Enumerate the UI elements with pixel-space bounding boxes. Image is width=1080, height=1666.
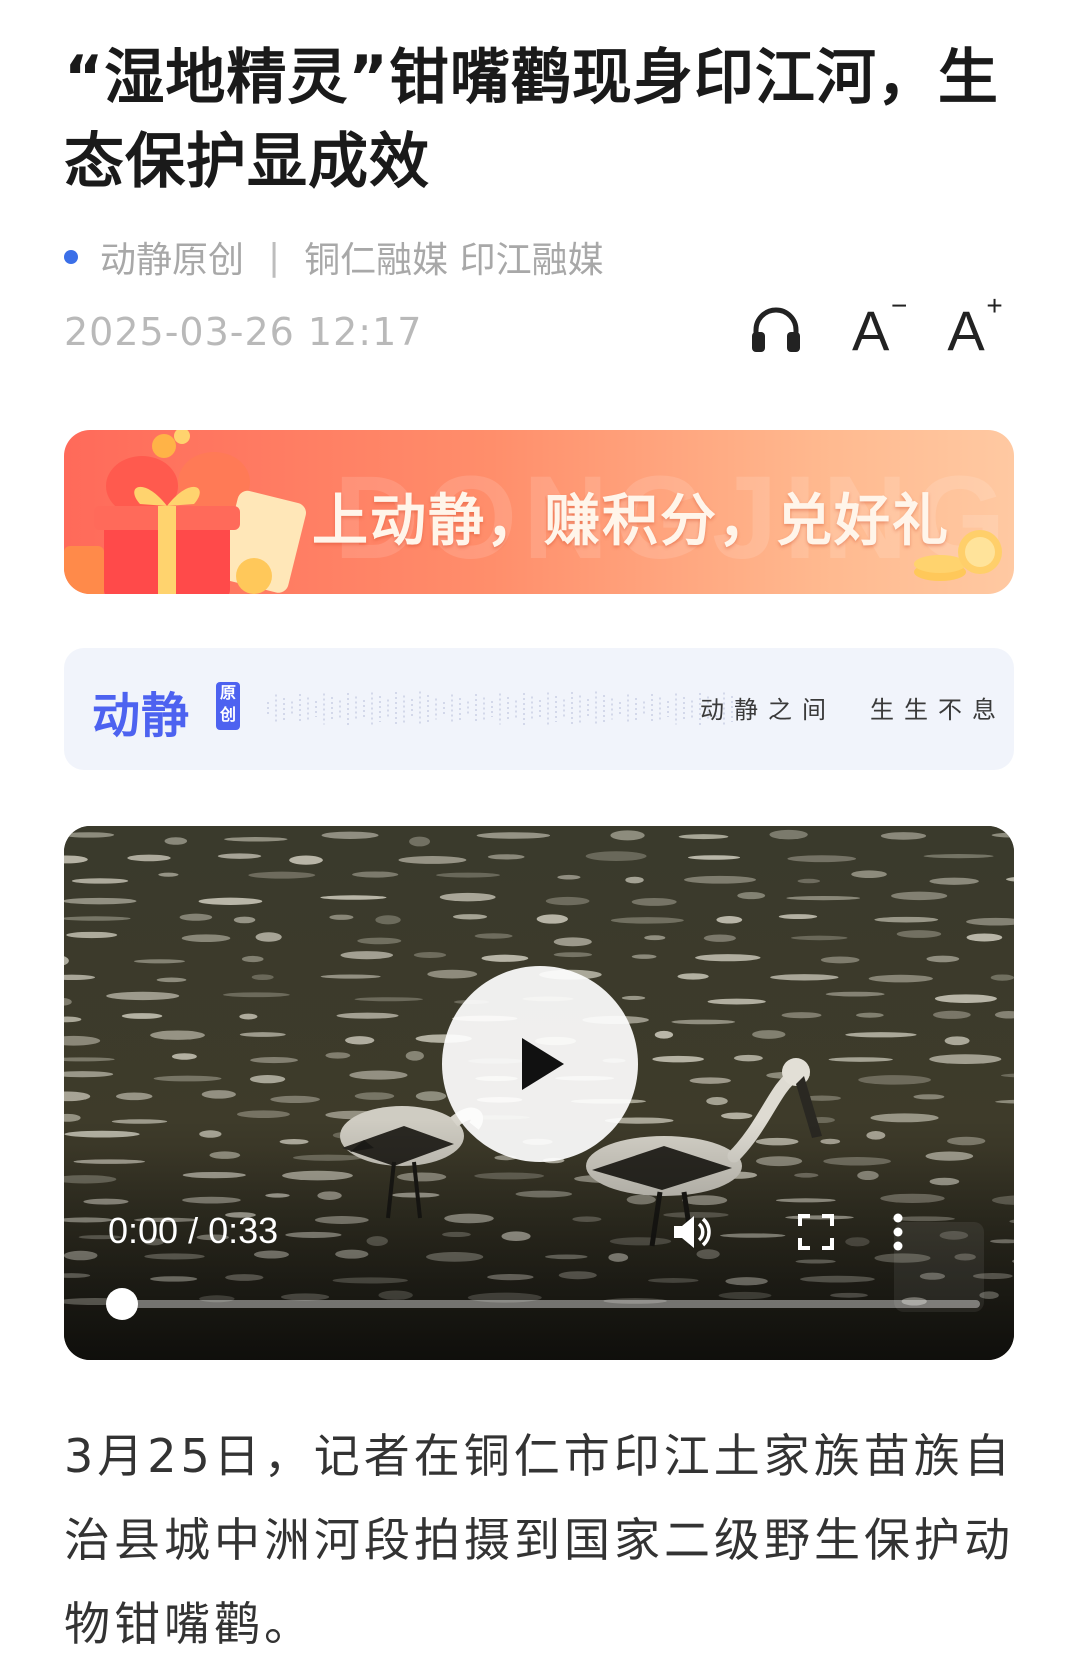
headphones-icon[interactable] (748, 302, 804, 358)
volume-button[interactable] (670, 1210, 714, 1258)
play-button[interactable] (442, 966, 638, 1162)
volume-icon (674, 1216, 711, 1248)
plus-icon: + (986, 290, 1003, 321)
coins-icon (914, 530, 1002, 581)
source-dot (64, 250, 78, 264)
progress-bar[interactable] (120, 1300, 980, 1308)
reading-tools: A − A + (748, 290, 1003, 362)
font-increase-button[interactable]: A + (947, 290, 1002, 362)
fullscreen-button[interactable] (796, 1210, 836, 1258)
publisher-label: 铜仁融媒 印江融媒 (304, 240, 604, 281)
gift-box-icon (64, 430, 306, 594)
current-time: 0:00 (108, 1210, 179, 1251)
slogan-left: 动静之间 (700, 696, 836, 724)
font-increase-label: A (947, 298, 985, 362)
publish-date: 2025-03-26 12:17 (64, 310, 423, 354)
time-separator: / (178, 1210, 209, 1251)
video-player[interactable]: 0:00 / 0:33 (64, 826, 1014, 1360)
badge-line-2: 创 (219, 705, 236, 724)
video-watermark (894, 1222, 984, 1312)
banner-text: 上动静，赚积分，兑好礼 (312, 489, 950, 554)
brand-bar: 动静 原 创 动静之间 生生不息 (64, 648, 1014, 770)
source-label[interactable]: 动静原创 (100, 231, 244, 283)
article-meta: 动静原创 | 铜仁融媒 印江融媒 (64, 232, 604, 282)
duration: 0:33 (208, 1210, 279, 1251)
meta-separator: | (268, 236, 281, 278)
video-time: 0:00 / 0:33 (108, 1210, 278, 1252)
article-title: “湿地精灵”钳嘴鹳现身印江河，生态保护显成效 (64, 43, 999, 197)
promo-banner[interactable]: DONGJING 上动静，赚积分，兑好礼 (64, 430, 1014, 594)
brand-logo: 动静 (92, 688, 191, 744)
article-body: 3月25日，记者在铜仁市印江土家族苗族自治县城中洲河段拍摄到国家二级野生保护动物… (64, 1429, 1014, 1651)
fullscreen-icon (798, 1214, 834, 1250)
slogan-right: 生生不息 (870, 696, 1006, 724)
play-icon (522, 1038, 564, 1090)
font-decrease-button[interactable]: A − (852, 290, 907, 362)
minus-icon: − (891, 290, 908, 321)
original-badge: 原 创 (216, 682, 240, 730)
badge-line-1: 原 (219, 683, 236, 702)
progress-handle[interactable] (106, 1288, 138, 1320)
decorative-lines (267, 691, 741, 727)
font-decrease-label: A (852, 298, 890, 362)
